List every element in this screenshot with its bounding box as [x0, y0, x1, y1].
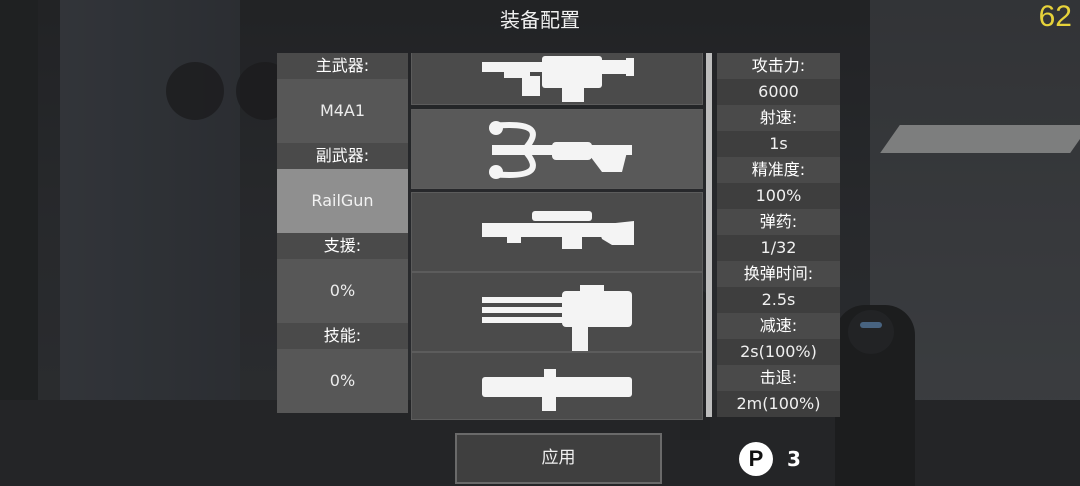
scrollbar-thumb[interactable] — [706, 53, 712, 417]
secondary-weapon-label: 副武器: — [277, 143, 408, 169]
weapon-card-selected[interactable] — [411, 109, 703, 189]
points-count: 3 — [787, 447, 801, 471]
rocket-launcher-icon — [482, 369, 632, 411]
primary-weapon-label: 主武器: — [277, 53, 408, 79]
stat-label: 减速: — [717, 313, 840, 339]
weapon-card[interactable] — [411, 352, 703, 420]
stat-label: 击退: — [717, 365, 840, 391]
stat-value: 2.5s — [717, 287, 840, 313]
skill-slot[interactable]: 0% — [277, 349, 408, 413]
stat-value: 2m(100%) — [717, 391, 840, 417]
stat-value: 2s(100%) — [717, 339, 840, 365]
primary-weapon-slot[interactable]: M4A1 — [277, 79, 408, 143]
stat-label: 精准度: — [717, 157, 840, 183]
weapon-card[interactable] — [411, 272, 703, 352]
points-coin-icon: P — [739, 442, 773, 476]
secondary-weapon-slot[interactable]: RailGun — [277, 169, 408, 233]
stat-label: 换弹时间: — [717, 261, 840, 287]
stat-value: 1s — [717, 131, 840, 157]
skill-label: 技能: — [277, 323, 408, 349]
assault-rifle-icon — [482, 56, 634, 102]
stat-label: 弹药: — [717, 209, 840, 235]
stat-value: 100% — [717, 183, 840, 209]
points-display: P 3 — [739, 442, 801, 476]
weapon-list[interactable] — [411, 53, 703, 420]
weapon-list-scrollbar[interactable] — [706, 53, 712, 417]
sniper-rifle-icon — [482, 211, 634, 249]
stat-label: 攻击力: — [717, 53, 840, 79]
support-slot[interactable]: 0% — [277, 259, 408, 323]
stat-label: 射速: — [717, 105, 840, 131]
apply-button[interactable]: 应用 — [455, 433, 662, 484]
crossbow-icon — [489, 121, 632, 179]
weapon-card[interactable] — [411, 192, 703, 272]
minigun-icon — [482, 285, 632, 351]
page-title: 装备配置 — [500, 8, 580, 32]
stat-value: 6000 — [717, 79, 840, 105]
weapon-stats-panel: 攻击力: 6000 射速: 1s 精准度: 100% 弹药: 1/32 换弹时间… — [717, 53, 840, 417]
loadout-panel: 主武器: M4A1 副武器: RailGun 支援: 0% 技能: 0% — [277, 53, 408, 413]
fps-counter: 62 — [1038, 0, 1072, 33]
support-label: 支援: — [277, 233, 408, 259]
stat-value: 1/32 — [717, 235, 840, 261]
weapon-card[interactable] — [411, 53, 703, 105]
